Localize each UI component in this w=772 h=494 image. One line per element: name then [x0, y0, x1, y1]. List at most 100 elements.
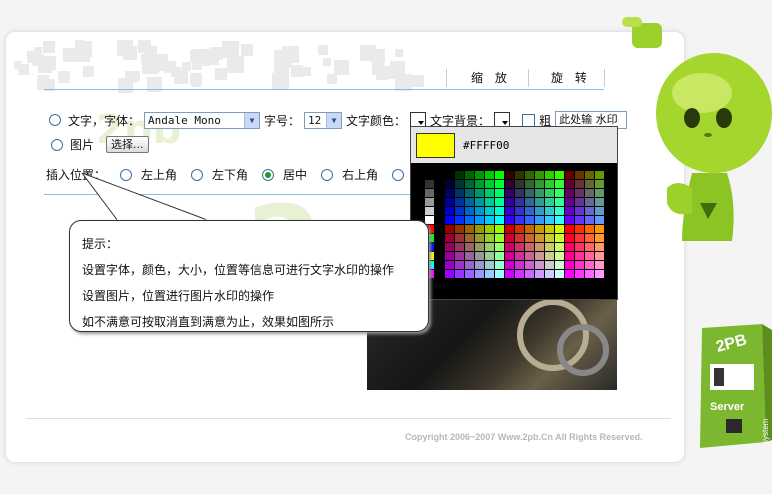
color-swatch[interactable] [555, 243, 564, 251]
choose-image-button[interactable]: 选择... [106, 136, 149, 153]
color-swatch[interactable] [465, 207, 474, 215]
color-swatch[interactable] [575, 234, 584, 242]
color-swatch[interactable] [565, 261, 574, 269]
color-swatch[interactable] [595, 261, 604, 269]
color-swatch[interactable] [545, 171, 554, 179]
color-swatch[interactable] [485, 207, 494, 215]
color-swatch[interactable] [445, 198, 454, 206]
color-swatch[interactable] [535, 270, 544, 278]
color-swatch[interactable] [515, 189, 524, 197]
color-swatch[interactable] [525, 261, 534, 269]
color-swatch[interactable] [495, 180, 504, 188]
color-swatch[interactable] [425, 198, 434, 206]
color-swatch[interactable] [565, 207, 574, 215]
color-swatch[interactable] [595, 207, 604, 215]
color-swatch[interactable] [535, 234, 544, 242]
color-swatch[interactable] [505, 216, 514, 224]
color-swatch[interactable] [595, 180, 604, 188]
color-swatch[interactable] [525, 198, 534, 206]
color-swatch[interactable] [575, 180, 584, 188]
color-swatch[interactable] [495, 243, 504, 251]
color-swatch[interactable] [525, 225, 534, 233]
color-swatch[interactable] [585, 216, 594, 224]
color-swatch[interactable] [465, 171, 474, 179]
image-mode-radio[interactable] [51, 138, 63, 151]
color-swatch[interactable] [475, 243, 484, 251]
color-swatch[interactable] [455, 171, 464, 179]
color-swatch[interactable] [495, 234, 504, 242]
color-swatch[interactable] [475, 234, 484, 242]
color-swatch[interactable] [555, 171, 564, 179]
color-swatch[interactable] [435, 261, 444, 269]
color-swatch[interactable] [495, 207, 504, 215]
color-swatch[interactable] [575, 243, 584, 251]
color-swatch[interactable] [515, 216, 524, 224]
color-swatch[interactable] [445, 234, 454, 242]
color-swatch[interactable] [595, 252, 604, 260]
color-swatch[interactable] [545, 252, 554, 260]
color-swatch[interactable] [585, 180, 594, 188]
color-swatch[interactable] [525, 207, 534, 215]
color-swatch[interactable] [465, 180, 474, 188]
color-swatch[interactable] [555, 216, 564, 224]
color-swatch[interactable] [535, 198, 544, 206]
color-swatch[interactable] [565, 225, 574, 233]
color-swatch[interactable] [585, 252, 594, 260]
color-swatch[interactable] [575, 216, 584, 224]
color-swatch[interactable] [485, 180, 494, 188]
color-swatch[interactable] [455, 189, 464, 197]
color-swatch[interactable] [475, 198, 484, 206]
color-swatch[interactable] [535, 225, 544, 233]
color-swatch[interactable] [565, 216, 574, 224]
color-swatch[interactable] [535, 252, 544, 260]
color-swatch[interactable] [455, 243, 464, 251]
color-picker-popup[interactable]: #FFFF00 [410, 126, 618, 300]
color-swatch[interactable] [465, 234, 474, 242]
color-swatch[interactable] [535, 243, 544, 251]
color-swatch[interactable] [585, 270, 594, 278]
color-swatch[interactable] [515, 225, 524, 233]
color-swatch[interactable] [525, 234, 534, 242]
color-swatch[interactable] [575, 189, 584, 197]
color-swatch[interactable] [485, 270, 494, 278]
color-swatch[interactable] [595, 225, 604, 233]
color-swatch[interactable] [595, 243, 604, 251]
color-swatch[interactable] [445, 252, 454, 260]
color-swatch[interactable] [425, 171, 434, 179]
rotate-button[interactable]: 旋 转 [551, 69, 591, 89]
color-swatch[interactable] [535, 261, 544, 269]
color-swatch[interactable] [565, 198, 574, 206]
color-swatch[interactable] [445, 207, 454, 215]
color-swatch[interactable] [465, 216, 474, 224]
color-swatch[interactable] [555, 180, 564, 188]
color-swatch[interactable] [465, 270, 474, 278]
color-swatch[interactable] [465, 198, 474, 206]
color-swatch[interactable] [465, 189, 474, 197]
color-swatch[interactable] [555, 261, 564, 269]
color-swatch[interactable] [565, 243, 574, 251]
color-swatch[interactable] [585, 207, 594, 215]
color-swatch[interactable] [525, 189, 534, 197]
color-swatch[interactable] [445, 243, 454, 251]
color-swatch[interactable] [505, 252, 514, 260]
color-swatch[interactable] [445, 216, 454, 224]
color-swatch[interactable] [455, 198, 464, 206]
color-swatch[interactable] [435, 198, 444, 206]
color-swatch[interactable] [425, 207, 434, 215]
color-swatch[interactable] [435, 252, 444, 260]
color-swatch[interactable] [465, 261, 474, 269]
position-radio-right[interactable] [392, 168, 405, 181]
color-swatch[interactable] [525, 180, 534, 188]
color-swatch[interactable] [565, 171, 574, 179]
color-swatch[interactable] [585, 189, 594, 197]
color-swatch[interactable] [485, 225, 494, 233]
color-swatch[interactable] [535, 180, 544, 188]
color-swatch[interactable] [595, 171, 604, 179]
color-swatch[interactable] [555, 270, 564, 278]
color-swatch[interactable] [475, 225, 484, 233]
color-swatch[interactable] [445, 225, 454, 233]
color-swatch[interactable] [435, 270, 444, 278]
font-select[interactable]: Andale Mono ▼ [144, 111, 261, 129]
color-swatch[interactable] [505, 270, 514, 278]
color-swatch[interactable] [475, 252, 484, 260]
